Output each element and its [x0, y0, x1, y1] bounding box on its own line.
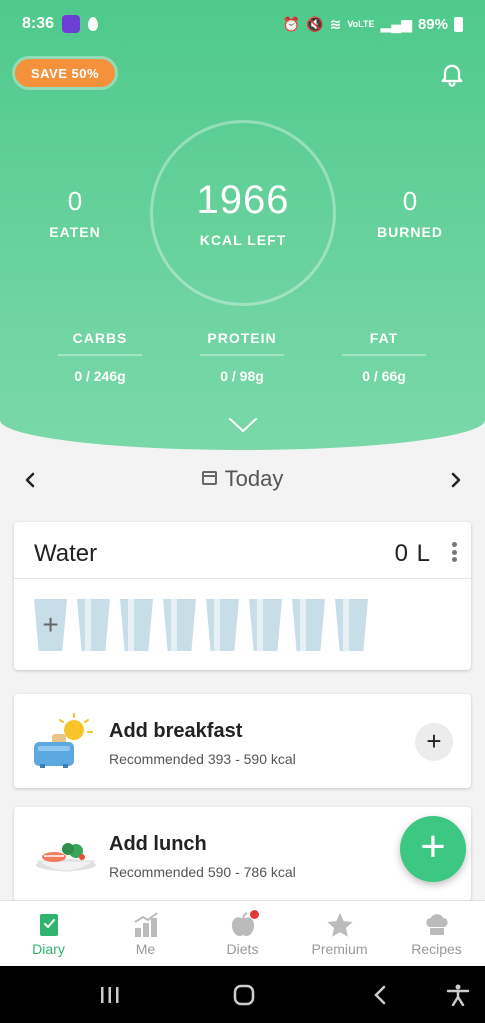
recent-apps-icon[interactable] — [95, 984, 125, 1006]
status-bar: 8:36 ⏰ 🔇 ≋ VoLTE ▂▄▆ 89% — [22, 10, 463, 38]
home-icon[interactable] — [229, 984, 259, 1006]
macro-carbs: CARBS 0 / 246g — [58, 330, 142, 384]
nav-label: Me — [135, 941, 156, 957]
toaster-sun-icon — [34, 713, 93, 768]
eaten-value: 0 — [67, 186, 83, 216]
water-title: Water — [34, 540, 98, 567]
nav-item-recipes[interactable]: Recipes — [388, 901, 485, 966]
drop-icon — [88, 17, 99, 31]
add-food-fab-button[interactable]: + — [400, 816, 466, 882]
date-navigation: Today — [0, 462, 485, 498]
meal-recommendation: Recommended 590 - 786 kcal — [109, 864, 296, 880]
chevron-left-icon[interactable] — [18, 466, 42, 494]
kcal-left-value: 1966 — [196, 178, 290, 222]
more-options-icon[interactable] — [451, 542, 457, 562]
plus-icon: + — [420, 822, 446, 871]
chevron-right-icon[interactable] — [444, 466, 468, 494]
nav-item-diets[interactable]: Diets — [194, 901, 291, 966]
calendar-icon — [201, 471, 217, 485]
chef-hat-icon — [425, 914, 448, 935]
add-water-glass[interactable]: + — [34, 599, 67, 651]
back-icon[interactable] — [365, 984, 395, 1006]
meal-title: Add lunch — [109, 833, 207, 855]
eaten-label: EATEN — [49, 224, 101, 240]
save-promo-button[interactable]: SAVE 50% — [12, 56, 118, 90]
macro-value: 0 / 98g — [220, 368, 264, 384]
water-glasses: + — [34, 599, 368, 651]
bottom-navigation: Diary Me Diets Premium Recipes — [0, 900, 485, 966]
plus-icon: + — [426, 726, 442, 756]
water-glass[interactable] — [163, 599, 196, 651]
water-glass[interactable] — [120, 599, 153, 651]
status-time: 8:36 — [22, 15, 55, 32]
chevron-down-icon[interactable] — [228, 416, 258, 434]
water-glass[interactable] — [249, 599, 282, 651]
water-card: Water 0 L + — [14, 522, 471, 670]
bell-icon[interactable] — [438, 60, 466, 88]
divider — [14, 578, 471, 579]
nav-item-premium[interactable]: Premium — [291, 901, 388, 966]
diary-icon — [39, 914, 58, 936]
macro-fat: FAT 0 / 66g — [342, 330, 426, 384]
water-glass[interactable] — [77, 599, 110, 651]
kcal-left-label: KCAL LEFT — [199, 232, 287, 248]
macro-value: 0 / 246g — [74, 368, 126, 384]
burned-label: BURNED — [377, 224, 443, 240]
star-icon — [326, 913, 353, 937]
date-label: Today — [224, 466, 284, 491]
chart-icon — [133, 912, 158, 937]
signal-icon: ▂▄▆ — [380, 15, 412, 32]
system-navigation-bar — [0, 966, 485, 1023]
mute-icon: 🔇 — [306, 15, 324, 32]
nav-label: Premium — [311, 941, 368, 957]
nav-label: Diets — [226, 941, 259, 957]
water-glass[interactable] — [206, 599, 239, 651]
macro-label: FAT — [342, 330, 426, 356]
meal-recommendation: Recommended 393 - 590 kcal — [109, 751, 296, 767]
accessibility-icon[interactable] — [443, 984, 473, 1006]
breakfast-card[interactable]: Add breakfast Recommended 393 - 590 kcal… — [14, 694, 471, 788]
alarm-icon: ⏰ — [282, 15, 301, 32]
macro-protein: PROTEIN 0 / 98g — [200, 330, 284, 384]
nav-label: Diary — [32, 941, 65, 957]
water-amount: 0 L — [394, 540, 431, 567]
add-breakfast-button[interactable]: + — [415, 723, 453, 761]
notification-dot — [250, 910, 259, 919]
water-glass[interactable] — [335, 599, 368, 651]
wifi-icon: ≋ — [329, 15, 342, 32]
summary-header: 8:36 ⏰ 🔇 ≋ VoLTE ▂▄▆ 89% SAVE 50% 0 EATE… — [0, 0, 485, 450]
macro-label: PROTEIN — [200, 330, 284, 356]
volte-indicator: VoLTE — [347, 18, 375, 29]
nav-item-me[interactable]: Me — [97, 901, 194, 966]
nav-label: Recipes — [411, 941, 462, 957]
salad-bowl-icon — [36, 843, 96, 872]
burned-value: 0 — [402, 186, 418, 216]
water-glass[interactable] — [292, 599, 325, 651]
nav-item-diary[interactable]: Diary — [0, 901, 97, 966]
macro-label: CARBS — [58, 330, 142, 356]
meal-title: Add breakfast — [109, 720, 243, 742]
notification-app-icon — [62, 15, 81, 33]
date-label-wrap[interactable]: Today — [0, 466, 485, 492]
plus-icon: + — [42, 609, 59, 640]
battery-percent: 89% — [417, 15, 448, 33]
battery-icon — [454, 16, 463, 32]
macro-value: 0 / 66g — [362, 368, 406, 384]
